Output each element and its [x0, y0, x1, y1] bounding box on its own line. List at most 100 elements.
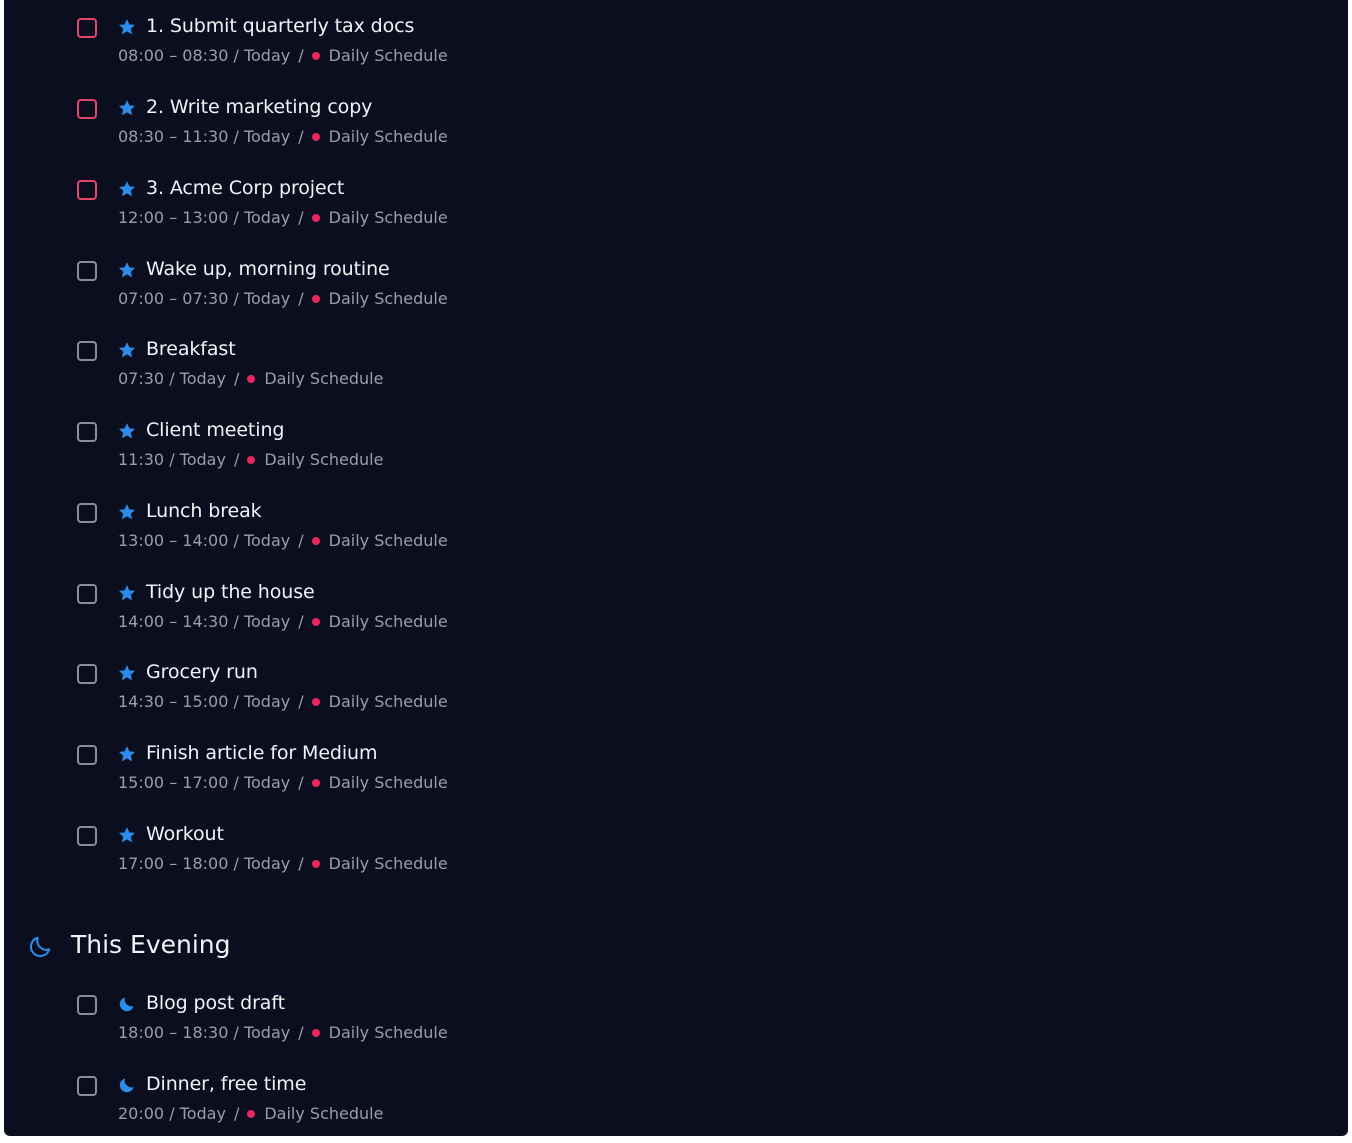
task-meta: 18:00 – 18:30 / Today / Daily Schedule — [118, 1023, 448, 1042]
task-checkbox[interactable] — [77, 99, 97, 119]
task-project[interactable]: Daily Schedule — [264, 1104, 383, 1123]
task-item[interactable]: 3. Acme Corp project 12:00 – 13:00 / Tod… — [4, 177, 1304, 250]
task-title[interactable]: Workout — [146, 823, 224, 845]
task-checkbox[interactable] — [77, 503, 97, 523]
task-meta: 11:30 / Today / Daily Schedule — [118, 450, 383, 469]
meta-separator: / — [298, 773, 304, 792]
star-icon — [118, 665, 136, 681]
task-meta: 15:00 – 17:00 / Today / Daily Schedule — [118, 773, 448, 792]
project-color-dot — [311, 132, 320, 141]
task-project[interactable]: Daily Schedule — [329, 289, 448, 308]
task-time: 15:00 – 17:00 / Today — [118, 773, 291, 792]
task-title[interactable]: Blog post draft — [146, 992, 285, 1014]
task-item[interactable]: Client meeting 11:30 / Today / Daily Sch… — [4, 419, 1304, 492]
task-project[interactable]: Daily Schedule — [329, 208, 448, 227]
task-item[interactable]: Grocery run 14:30 – 15:00 / Today / Dail… — [4, 661, 1304, 734]
task-checkbox[interactable] — [77, 995, 97, 1015]
section-header-this-evening: This Evening — [4, 928, 604, 968]
project-color-dot — [311, 294, 320, 303]
task-time: 20:00 / Today — [118, 1104, 226, 1123]
task-time: 07:30 / Today — [118, 369, 226, 388]
moon-icon — [119, 997, 134, 1012]
task-item[interactable]: Dinner, free time 20:00 / Today / Daily … — [4, 1073, 1304, 1136]
task-title[interactable]: Finish article for Medium — [146, 742, 378, 764]
task-project[interactable]: Daily Schedule — [329, 46, 448, 65]
task-checkbox[interactable] — [77, 826, 97, 846]
project-color-dot — [311, 51, 320, 60]
project-color-dot — [311, 859, 320, 868]
task-project[interactable]: Daily Schedule — [329, 127, 448, 146]
task-time: 17:00 – 18:00 / Today — [118, 854, 291, 873]
star-icon — [118, 827, 136, 843]
task-item[interactable]: Breakfast 07:30 / Today / Daily Schedule — [4, 338, 1304, 411]
task-project[interactable]: Daily Schedule — [329, 612, 448, 631]
task-meta: 07:00 – 07:30 / Today / Daily Schedule — [118, 289, 448, 308]
task-checkbox[interactable] — [77, 584, 97, 604]
task-checkbox[interactable] — [77, 341, 97, 361]
task-title[interactable]: Lunch break — [146, 500, 262, 522]
task-title[interactable]: Wake up, morning routine — [146, 258, 390, 280]
project-color-dot — [247, 455, 256, 464]
task-meta: 07:30 / Today / Daily Schedule — [118, 369, 383, 388]
task-title[interactable]: Client meeting — [146, 419, 284, 441]
task-project[interactable]: Daily Schedule — [329, 692, 448, 711]
task-checkbox[interactable] — [77, 664, 97, 684]
task-meta: 13:00 – 14:00 / Today / Daily Schedule — [118, 531, 448, 550]
task-item[interactable]: 1. Submit quarterly tax docs 08:00 – 08:… — [4, 15, 1304, 88]
task-checkbox[interactable] — [77, 422, 97, 442]
meta-separator: / — [298, 289, 304, 308]
moon-icon — [29, 936, 51, 958]
task-time: 12:00 – 13:00 / Today — [118, 208, 291, 227]
task-title[interactable]: 3. Acme Corp project — [146, 177, 344, 199]
task-meta: 20:00 / Today / Daily Schedule — [118, 1104, 383, 1123]
task-time: 07:00 – 07:30 / Today — [118, 289, 291, 308]
task-project[interactable]: Daily Schedule — [329, 773, 448, 792]
task-item[interactable]: Blog post draft 18:00 – 18:30 / Today / … — [4, 992, 1304, 1065]
task-title[interactable]: Grocery run — [146, 661, 258, 683]
meta-separator: / — [233, 369, 240, 388]
task-project[interactable]: Daily Schedule — [329, 531, 448, 550]
task-checkbox[interactable] — [77, 745, 97, 765]
task-title[interactable]: Breakfast — [146, 338, 236, 360]
task-item[interactable]: Tidy up the house 14:00 – 14:30 / Today … — [4, 581, 1304, 654]
task-item[interactable]: Workout 17:00 – 18:00 / Today / Daily Sc… — [4, 823, 1304, 896]
task-time: 11:30 / Today — [118, 450, 226, 469]
task-item[interactable]: Finish article for Medium 15:00 – 17:00 … — [4, 742, 1304, 815]
star-icon — [118, 504, 136, 520]
task-checkbox[interactable] — [77, 261, 97, 281]
task-time: 13:00 – 14:00 / Today — [118, 531, 291, 550]
task-title[interactable]: 2. Write marketing copy — [146, 96, 372, 118]
project-color-dot — [247, 374, 256, 383]
section-title: This Evening — [71, 930, 231, 959]
project-color-dot — [311, 778, 320, 787]
task-checkbox[interactable] — [77, 180, 97, 200]
task-title[interactable]: Tidy up the house — [146, 581, 315, 603]
task-title[interactable]: Dinner, free time — [146, 1073, 306, 1095]
task-meta: 14:00 – 14:30 / Today / Daily Schedule — [118, 612, 448, 631]
meta-separator: / — [298, 854, 304, 873]
task-checkbox[interactable] — [77, 1076, 97, 1096]
project-color-dot — [311, 697, 320, 706]
task-project[interactable]: Daily Schedule — [329, 1023, 448, 1042]
task-project[interactable]: Daily Schedule — [329, 854, 448, 873]
task-title[interactable]: 1. Submit quarterly tax docs — [146, 15, 414, 37]
task-item[interactable]: Wake up, morning routine 07:00 – 07:30 /… — [4, 258, 1304, 331]
star-icon — [118, 19, 136, 35]
project-color-dot — [311, 536, 320, 545]
task-item[interactable]: 2. Write marketing copy 08:30 – 11:30 / … — [4, 96, 1304, 169]
star-icon — [118, 342, 136, 358]
meta-separator: / — [233, 1104, 240, 1123]
task-checkbox[interactable] — [77, 18, 97, 38]
star-icon — [118, 262, 136, 278]
task-time: 08:30 – 11:30 / Today — [118, 127, 291, 146]
task-item[interactable]: Lunch break 13:00 – 14:00 / Today / Dail… — [4, 500, 1304, 573]
task-project[interactable]: Daily Schedule — [264, 369, 383, 388]
task-meta: 08:00 – 08:30 / Today / Daily Schedule — [118, 46, 448, 65]
star-icon — [118, 746, 136, 762]
task-project[interactable]: Daily Schedule — [264, 450, 383, 469]
star-icon — [118, 585, 136, 601]
project-color-dot — [311, 617, 320, 626]
meta-separator: / — [298, 612, 304, 631]
project-color-dot — [247, 1109, 256, 1118]
task-meta: 12:00 – 13:00 / Today / Daily Schedule — [118, 208, 448, 227]
